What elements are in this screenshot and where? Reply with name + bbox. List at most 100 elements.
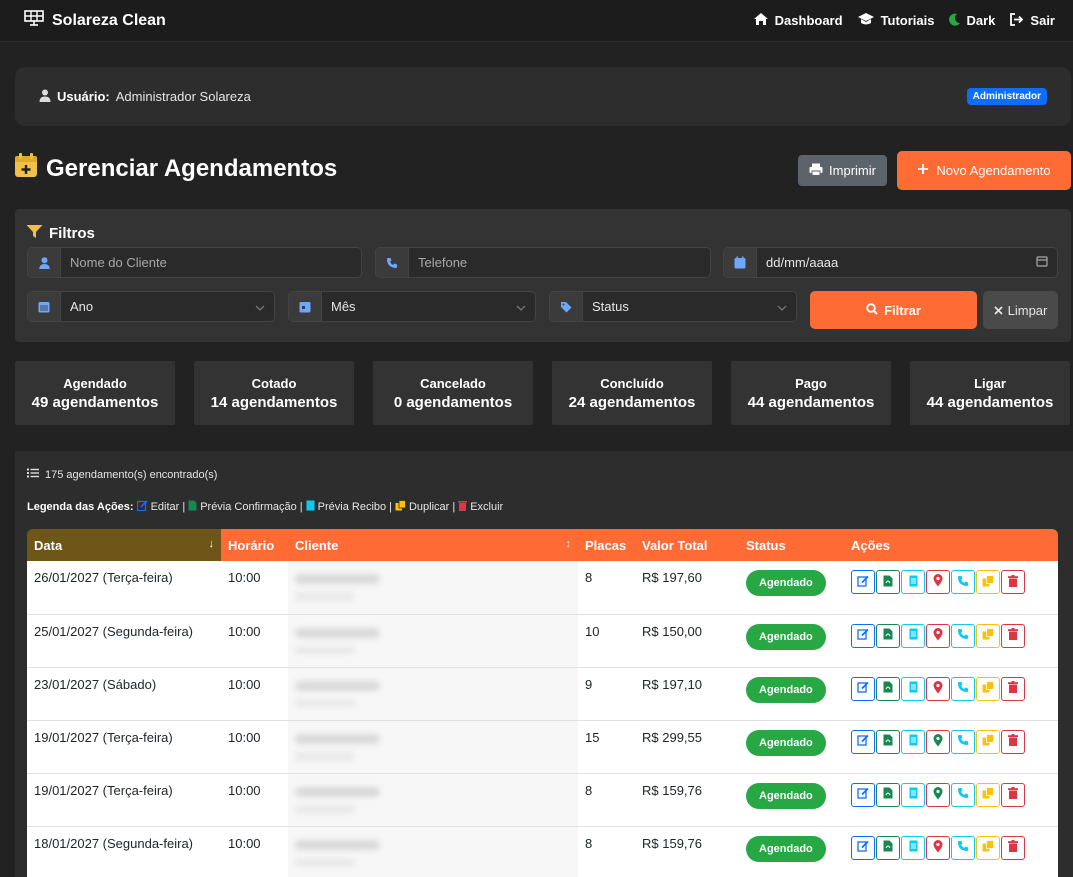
stat-value: 24 agendamentos (568, 393, 696, 411)
map-button[interactable] (926, 835, 950, 860)
stat-value: 0 agendamentos (393, 393, 513, 411)
duplicate-button[interactable] (976, 570, 1000, 594)
receipt-preview-button[interactable] (901, 782, 925, 807)
delete-button[interactable] (1001, 782, 1025, 807)
stat-card-pago[interactable]: Pago 44 agendamentos (731, 361, 891, 425)
print-button[interactable]: Imprimir (798, 155, 887, 186)
edit-button[interactable] (851, 729, 875, 754)
col-status[interactable]: Status (739, 529, 844, 561)
confirmation-preview-button[interactable] (876, 782, 900, 807)
nav-dashboard[interactable]: Dashboard (753, 12, 843, 29)
confirmation-preview-button[interactable] (876, 729, 900, 754)
cell-total: R$ 197,60 (635, 561, 739, 615)
confirmation-preview-button[interactable] (876, 623, 900, 648)
results-panel: 175 agendamento(s) encontrado(s) Legenda… (15, 451, 1073, 877)
confirmation-preview-button[interactable] (876, 570, 900, 594)
edit-button[interactable] (851, 782, 875, 807)
cell-date: 19/01/2027 (Terça-feira) (27, 720, 221, 774)
call-button[interactable] (951, 676, 975, 701)
time-text: 10:00 (228, 570, 261, 585)
table-row: 26/01/2027 (Terça-feira) 10:00 8 R$ 197,… (27, 561, 1058, 615)
receipt-preview-button[interactable] (901, 570, 925, 594)
call-button[interactable] (951, 623, 975, 648)
delete-button[interactable] (1001, 623, 1025, 648)
month-select[interactable]: Mês (322, 292, 535, 321)
duplicate-button[interactable] (976, 623, 1000, 648)
cell-plates: 8 (578, 561, 635, 615)
status-badge[interactable]: Agendado (746, 729, 826, 756)
tag-icon (550, 292, 583, 321)
stat-card-agendado[interactable]: Agendado 49 agendamentos (15, 361, 175, 425)
printer-icon (809, 163, 823, 179)
calendar-picker-icon[interactable] (1036, 255, 1048, 270)
date-input[interactable]: dd/mm/aaaa (757, 248, 1057, 277)
clear-button[interactable]: Limpar (983, 291, 1058, 329)
receipt-preview-button[interactable] (901, 623, 925, 648)
cell-total: R$ 150,00 (635, 614, 739, 668)
status-badge[interactable]: Agendado (746, 676, 826, 703)
status-badge[interactable]: Agendado (746, 570, 826, 596)
edit-button[interactable] (851, 623, 875, 648)
client-name-input[interactable] (61, 248, 361, 277)
status-select[interactable]: Status (583, 292, 796, 321)
stat-card-cotado[interactable]: Cotado 14 agendamentos (194, 361, 354, 425)
stat-card-cancelado[interactable]: Cancelado 0 agendamentos (373, 361, 533, 425)
cell-actions (844, 667, 1058, 721)
year-select[interactable]: Ano (61, 292, 274, 321)
phone-icon (957, 575, 969, 590)
map-button[interactable] (926, 676, 950, 701)
cell-total: R$ 159,76 (635, 773, 739, 827)
call-button[interactable] (951, 835, 975, 860)
map-marker-icon (933, 627, 943, 644)
edit-button[interactable] (851, 570, 875, 594)
status-badge[interactable]: Agendado (746, 835, 826, 862)
phone-icon (957, 628, 969, 643)
status-badge[interactable]: Agendado (746, 623, 826, 650)
col-date[interactable]: Data ↓ (27, 529, 221, 561)
duplicate-button[interactable] (976, 782, 1000, 807)
col-total[interactable]: Valor Total (635, 529, 739, 561)
status-badge[interactable]: Agendado (746, 782, 826, 809)
confirmation-preview-button[interactable] (876, 835, 900, 860)
stat-card-concluido[interactable]: Concluído 24 agendamentos (552, 361, 712, 425)
edit-icon (857, 840, 869, 855)
cell-actions (844, 561, 1058, 615)
legend-item-confirmation: Prévia Confirmação (200, 501, 297, 513)
call-button[interactable] (951, 782, 975, 807)
map-button[interactable] (926, 729, 950, 754)
edit-button[interactable] (851, 676, 875, 701)
call-button[interactable] (951, 729, 975, 754)
map-button[interactable] (926, 782, 950, 807)
receipt-preview-button[interactable] (901, 835, 925, 860)
duplicate-button[interactable] (976, 729, 1000, 754)
delete-button[interactable] (1001, 835, 1025, 860)
date-text: 25/01/2027 (Segunda-feira) (34, 623, 194, 639)
cell-time: 10:00 (221, 773, 288, 827)
delete-button[interactable] (1001, 676, 1025, 701)
confirmation-preview-button[interactable] (876, 676, 900, 701)
edit-button[interactable] (851, 835, 875, 860)
new-appointment-button[interactable]: Novo Agendamento (897, 151, 1071, 190)
receipt-preview-button[interactable] (901, 676, 925, 701)
nav-tutorials[interactable]: Tutoriais (857, 12, 935, 29)
delete-button[interactable] (1001, 729, 1025, 754)
receipt-preview-button[interactable] (901, 729, 925, 754)
stat-card-ligar[interactable]: Ligar 44 agendamentos (910, 361, 1070, 425)
copy-icon (982, 734, 994, 749)
filter-button[interactable]: Filtrar (810, 291, 977, 329)
brand[interactable]: Solareza Clean (24, 10, 166, 31)
call-button[interactable] (951, 570, 975, 594)
duplicate-button[interactable] (976, 835, 1000, 860)
delete-button[interactable] (1001, 570, 1025, 594)
col-plates[interactable]: Placas (578, 529, 635, 561)
filter-button-label: Filtrar (884, 302, 921, 318)
col-time[interactable]: Horário (221, 529, 288, 561)
nav-logout[interactable]: Sair (1009, 12, 1055, 29)
duplicate-button[interactable] (976, 676, 1000, 701)
page-title: Gerenciar Agendamentos (14, 152, 337, 185)
phone-input[interactable] (409, 248, 710, 277)
nav-dark-toggle[interactable]: Dark (948, 13, 995, 29)
col-client[interactable]: Cliente ↕ (288, 529, 578, 561)
map-button[interactable] (926, 570, 950, 594)
map-button[interactable] (926, 623, 950, 648)
